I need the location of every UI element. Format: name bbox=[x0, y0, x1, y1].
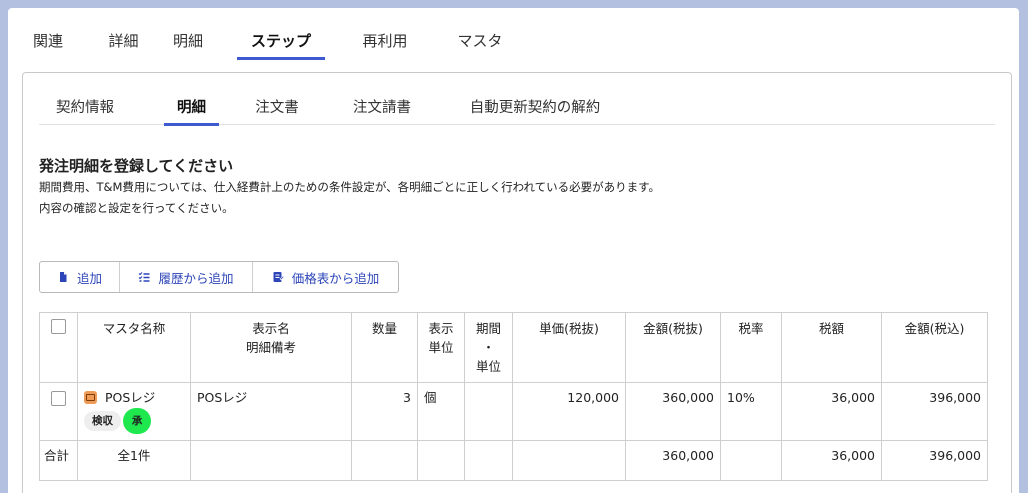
checklist-icon bbox=[138, 271, 150, 283]
header-display-name: 表示名 明細備考 bbox=[190, 312, 352, 383]
total-count: 全1件 bbox=[77, 440, 191, 481]
header-unit-line1: 表示 bbox=[428, 321, 454, 336]
header-amount-ex-tax: 金額(税抜) bbox=[625, 312, 721, 383]
total-tax: 36,000 bbox=[781, 440, 882, 481]
price-list-icon bbox=[272, 271, 284, 283]
master-name-value: POSレジ bbox=[105, 390, 156, 405]
header-period-line3: 単位 bbox=[475, 359, 501, 374]
section-description-2: 内容の確認と設定を行ってください。 bbox=[39, 201, 234, 215]
total-amount-in-tax: 396,000 bbox=[881, 440, 988, 481]
amount-in-tax-cell: 396,000 bbox=[881, 382, 988, 441]
total-empty-5 bbox=[512, 440, 626, 481]
line-items-table: マスタ名称 表示名 明細備考 数量 表示 単位 期間 ・ 単位 単価(税抜) 金… bbox=[39, 312, 988, 481]
row-select-cell[interactable] bbox=[39, 382, 78, 441]
header-period-line1: 期間 bbox=[475, 321, 501, 336]
top-tab-bar: 関連 詳細 明細 ステップ 再利用 マスタ bbox=[20, 24, 505, 60]
header-unit-price: 単価(税抜) bbox=[512, 312, 626, 383]
main-card: 関連 詳細 明細 ステップ 再利用 マスタ 契約情報 明細 注文書 注文請書 自… bbox=[8, 8, 1019, 493]
add-from-price-list-button[interactable]: 価格表から追加 bbox=[253, 262, 398, 292]
add-from-price-list-label: 価格表から追加 bbox=[291, 270, 380, 286]
total-amount-ex-tax: 360,000 bbox=[625, 440, 721, 481]
amount-ex-tax-cell: 360,000 bbox=[625, 382, 721, 441]
header-tax-rate: 税率 bbox=[720, 312, 782, 383]
total-row: 合計 全1件 360,000 36,000 396,000 bbox=[39, 440, 988, 481]
row-checkbox[interactable] bbox=[51, 391, 66, 406]
sub-tab-bar: 契約情報 明細 注文書 注文請書 自動更新契約の解約 bbox=[39, 89, 995, 126]
tax-cell: 36,000 bbox=[781, 382, 882, 441]
total-empty-2 bbox=[351, 440, 418, 481]
unit-cell: 個 bbox=[417, 382, 465, 441]
tab-master[interactable]: マスタ bbox=[455, 24, 505, 60]
product-icon bbox=[84, 391, 97, 404]
subtab-auto-renewal-cancel[interactable]: 自動更新契約の解約 bbox=[462, 89, 608, 125]
document-icon bbox=[57, 271, 69, 283]
header-unit-line2: 単位 bbox=[428, 340, 454, 355]
inspection-badge: 検収 bbox=[84, 411, 121, 431]
add-button-label: 追加 bbox=[76, 270, 102, 286]
add-from-history-label: 履歴から追加 bbox=[158, 270, 234, 286]
total-empty-3 bbox=[417, 440, 465, 481]
tab-reuse[interactable]: 再利用 bbox=[360, 24, 410, 60]
section-title: 発注明細を登録してください bbox=[39, 157, 234, 175]
add-from-history-button[interactable]: 履歴から追加 bbox=[120, 262, 253, 292]
display-name-cell: POSレジ bbox=[190, 382, 352, 441]
total-empty-1 bbox=[190, 440, 352, 481]
select-all-checkbox[interactable] bbox=[51, 319, 66, 334]
add-button[interactable]: 追加 bbox=[40, 262, 120, 292]
header-period-line2: ・ bbox=[482, 340, 495, 355]
subtab-line-items[interactable]: 明細 bbox=[164, 89, 219, 126]
total-label: 合計 bbox=[39, 440, 78, 481]
header-quantity: 数量 bbox=[351, 312, 418, 383]
master-name-cell: POSレジ 検収 承 bbox=[77, 382, 191, 441]
subtab-purchase-order[interactable]: 注文書 bbox=[252, 89, 302, 125]
period-cell bbox=[464, 382, 513, 441]
tab-details[interactable]: 詳細 bbox=[106, 24, 141, 60]
total-empty-6 bbox=[720, 440, 782, 481]
subtab-order-acceptance[interactable]: 注文請書 bbox=[349, 89, 415, 125]
approval-badge: 承 bbox=[123, 408, 151, 434]
header-select-all[interactable] bbox=[39, 312, 78, 383]
header-amount-in-tax: 金額(税込) bbox=[881, 312, 988, 383]
header-tax: 税額 bbox=[781, 312, 882, 383]
tab-related[interactable]: 関連 bbox=[20, 24, 76, 60]
header-period: 期間 ・ 単位 bbox=[464, 312, 513, 383]
master-name-line: POSレジ bbox=[84, 389, 184, 406]
quantity-cell: 3 bbox=[351, 382, 418, 441]
header-display-name-line2: 明細備考 bbox=[245, 340, 296, 355]
section-description-1: 期間費用、T&M費用については、仕入経費計上のための条件設定が、各明細ごとに正し… bbox=[39, 180, 661, 194]
status-badges: 検収 承 bbox=[84, 408, 184, 434]
table-header-row: マスタ名称 表示名 明細備考 数量 表示 単位 期間 ・ 単位 単価(税抜) 金… bbox=[39, 312, 988, 383]
header-unit: 表示 単位 bbox=[417, 312, 465, 383]
tax-rate-cell: 10% bbox=[720, 382, 782, 441]
step-panel: 契約情報 明細 注文書 注文請書 自動更新契約の解約 発注明細を登録してください… bbox=[22, 72, 1012, 493]
table-row[interactable]: POSレジ 検収 承 POSレジ 3 個 120,000 360,000 10% bbox=[39, 382, 988, 441]
tab-line-items[interactable]: 明細 bbox=[171, 24, 205, 60]
unit-price-cell: 120,000 bbox=[512, 382, 626, 441]
header-display-name-line1: 表示名 bbox=[252, 321, 290, 336]
line-item-toolbar: 追加 履歴から追加 価格表から追加 bbox=[39, 261, 399, 293]
subtab-contract-info[interactable]: 契約情報 bbox=[51, 89, 119, 125]
total-empty-4 bbox=[464, 440, 513, 481]
tab-steps[interactable]: ステップ bbox=[237, 24, 325, 60]
header-master-name: マスタ名称 bbox=[77, 312, 191, 383]
